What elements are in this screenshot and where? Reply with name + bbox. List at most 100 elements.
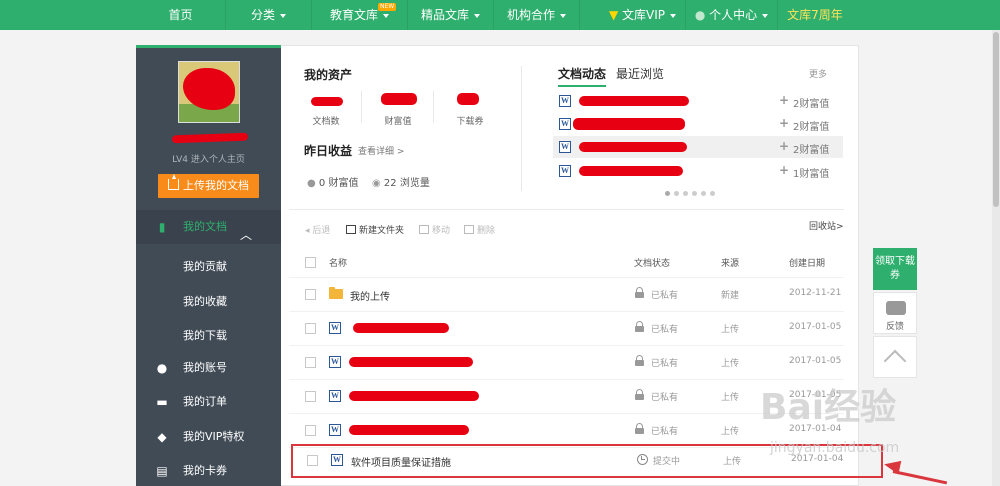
back-button-label: 后退 bbox=[312, 226, 331, 236]
sidebar-item-my-docs[interactable]: ▮ 我的文档 ︿ bbox=[136, 210, 281, 244]
activity-row[interactable]: W + 2财富值 bbox=[553, 113, 843, 135]
activity-row[interactable]: W + 2财富值 bbox=[553, 90, 843, 112]
feedback-button[interactable]: 反馈 bbox=[873, 292, 917, 334]
table-row[interactable]: W 已私有 上传 2017-01-05 bbox=[289, 346, 844, 380]
word-doc-icon: W bbox=[559, 141, 571, 153]
activity-row[interactable]: W + 2财富值 bbox=[553, 136, 843, 158]
carousel-dots[interactable] bbox=[665, 186, 719, 199]
sidebar-item-account[interactable]: ● 我的账号 bbox=[136, 351, 281, 385]
row-checkbox[interactable] bbox=[305, 391, 316, 402]
nav-home[interactable]: 首页 bbox=[136, 0, 226, 30]
top-nav-bar: 首页 分类 教育文库 NEW 精品文库 机构合作 ▼ 文库VIP ● 个人中心 文… bbox=[0, 0, 1000, 30]
word-doc-icon: W bbox=[329, 322, 341, 334]
document-icon: ▮ bbox=[158, 220, 166, 234]
new-folder-button[interactable]: 新建文件夹 bbox=[346, 223, 404, 236]
delete-button-label: 删除 bbox=[477, 226, 496, 236]
back-to-top-button[interactable] bbox=[873, 336, 917, 378]
carousel-dot[interactable] bbox=[692, 191, 697, 196]
nav-premium-label: 精品文库 bbox=[420, 8, 469, 22]
row-source: 上传 bbox=[721, 393, 740, 403]
row-name[interactable]: 软件项目质量保证措施 bbox=[351, 454, 451, 469]
row-source: 上传 bbox=[721, 325, 740, 335]
redaction-mark bbox=[573, 118, 685, 130]
sidebar-item-favorites[interactable]: 我的收藏 bbox=[183, 293, 227, 309]
assets-title: 我的资产 bbox=[304, 68, 353, 82]
table-row[interactable]: W 已私有 上传 2017-01-05 bbox=[289, 312, 844, 346]
chevron-up-icon bbox=[883, 349, 907, 373]
upload-document-button[interactable]: 上传我的文档 bbox=[158, 174, 259, 198]
lock-icon bbox=[635, 355, 644, 366]
sidebar-item-coupons[interactable]: ▤ 我的卡券 bbox=[136, 454, 281, 486]
table-row[interactable]: 我的上传 已私有 新建 2012-11-21 bbox=[289, 278, 844, 312]
arrow-head-icon bbox=[882, 457, 902, 475]
level-link[interactable]: LV4 进入个人主页 bbox=[136, 152, 281, 165]
row-date: 2012-11-21 bbox=[789, 288, 842, 298]
plus-icon: + bbox=[779, 93, 790, 107]
earnings-wealth: ● 0 财富值 bbox=[307, 174, 358, 189]
chevron-up-icon: ︿ bbox=[240, 228, 253, 242]
row-checkbox[interactable] bbox=[305, 425, 316, 436]
activity-row[interactable]: W + 1财富值 bbox=[553, 160, 843, 182]
nav-premium[interactable]: 精品文库 bbox=[408, 0, 494, 30]
nav-anniversary-label: 文库7周年 bbox=[787, 8, 843, 22]
divider bbox=[521, 66, 522, 191]
chat-bubble-icon bbox=[886, 301, 906, 315]
row-checkbox[interactable] bbox=[305, 289, 316, 300]
nav-anniversary[interactable]: 文库7周年 bbox=[778, 0, 852, 30]
move-button[interactable]: 移动 bbox=[419, 223, 450, 236]
tab-doc-activity[interactable]: 文档动态 bbox=[558, 65, 607, 87]
more-link[interactable]: 更多 bbox=[809, 67, 827, 80]
delete-button[interactable]: 删除 bbox=[464, 223, 495, 236]
sidebar-item-label: 我的VIP特权 bbox=[183, 430, 245, 443]
plus-icon: + bbox=[779, 116, 790, 130]
get-coupon-button[interactable]: 领取下载券 bbox=[873, 248, 917, 290]
new-folder-button-label: 新建文件夹 bbox=[359, 226, 405, 236]
chevron-down-icon bbox=[474, 13, 480, 18]
nav-category[interactable]: 分类 bbox=[226, 0, 312, 30]
vip-icon: ▼ bbox=[608, 8, 619, 22]
sidebar-item-downloads[interactable]: 我的下载 bbox=[183, 327, 227, 343]
sidebar-item-vip[interactable]: ◆ 我的VIP特权 bbox=[136, 420, 281, 454]
carousel-dot[interactable] bbox=[701, 191, 706, 196]
activity-value: 2财富值 bbox=[793, 122, 830, 133]
row-checkbox[interactable] bbox=[305, 357, 316, 368]
row-name[interactable]: 我的上传 bbox=[350, 288, 390, 303]
section-divider bbox=[289, 209, 844, 210]
annotation-arrow bbox=[892, 470, 948, 485]
nav-education[interactable]: 教育文库 NEW bbox=[312, 0, 408, 30]
carousel-dot[interactable] bbox=[683, 191, 688, 196]
plus-icon: + bbox=[779, 139, 790, 153]
row-checkbox[interactable] bbox=[307, 455, 318, 466]
row-checkbox[interactable] bbox=[305, 323, 316, 334]
word-doc-icon: W bbox=[329, 390, 341, 402]
nav-personal[interactable]: ● 个人中心 bbox=[686, 0, 778, 30]
redaction-mark bbox=[579, 96, 689, 106]
row-source: 上传 bbox=[723, 457, 742, 467]
upload-icon bbox=[168, 174, 179, 190]
nav-vip[interactable]: ▼ 文库VIP bbox=[600, 0, 686, 30]
back-button[interactable]: ◂ 后退 bbox=[305, 223, 330, 236]
scrollbar[interactable] bbox=[992, 30, 1000, 486]
redaction-mark bbox=[579, 142, 687, 152]
tab-recent-views[interactable]: 最近浏览 bbox=[616, 65, 664, 82]
recycle-bin-link[interactable]: 回收站> bbox=[809, 219, 844, 232]
lock-icon bbox=[635, 389, 644, 400]
row-status: 提交中 bbox=[653, 457, 681, 467]
sidebar-item-contributions[interactable]: 我的贡献 bbox=[183, 258, 227, 274]
diamond-icon: ◆ bbox=[157, 430, 167, 444]
carousel-dot[interactable] bbox=[674, 191, 679, 196]
nav-personal-label: 个人中心 bbox=[709, 8, 758, 22]
sidebar-item-orders[interactable]: ▬ 我的订单 bbox=[136, 385, 281, 419]
earnings-title: 昨日收益 bbox=[304, 144, 353, 158]
sidebar-item-label: 我的订单 bbox=[183, 395, 227, 408]
header-status: 文档状态 bbox=[634, 259, 671, 269]
scrollbar-thumb[interactable] bbox=[993, 32, 999, 207]
earnings-details-link[interactable]: 查看详细 > bbox=[358, 144, 404, 157]
select-all-checkbox[interactable] bbox=[305, 257, 316, 268]
carousel-dot[interactable] bbox=[710, 191, 715, 196]
plus-icon: + bbox=[779, 163, 790, 177]
nav-partner[interactable]: 机构合作 bbox=[494, 0, 580, 30]
sidebar-item-label: 我的文档 bbox=[183, 220, 227, 233]
carousel-dot[interactable] bbox=[665, 191, 670, 196]
avatar[interactable] bbox=[178, 61, 240, 123]
